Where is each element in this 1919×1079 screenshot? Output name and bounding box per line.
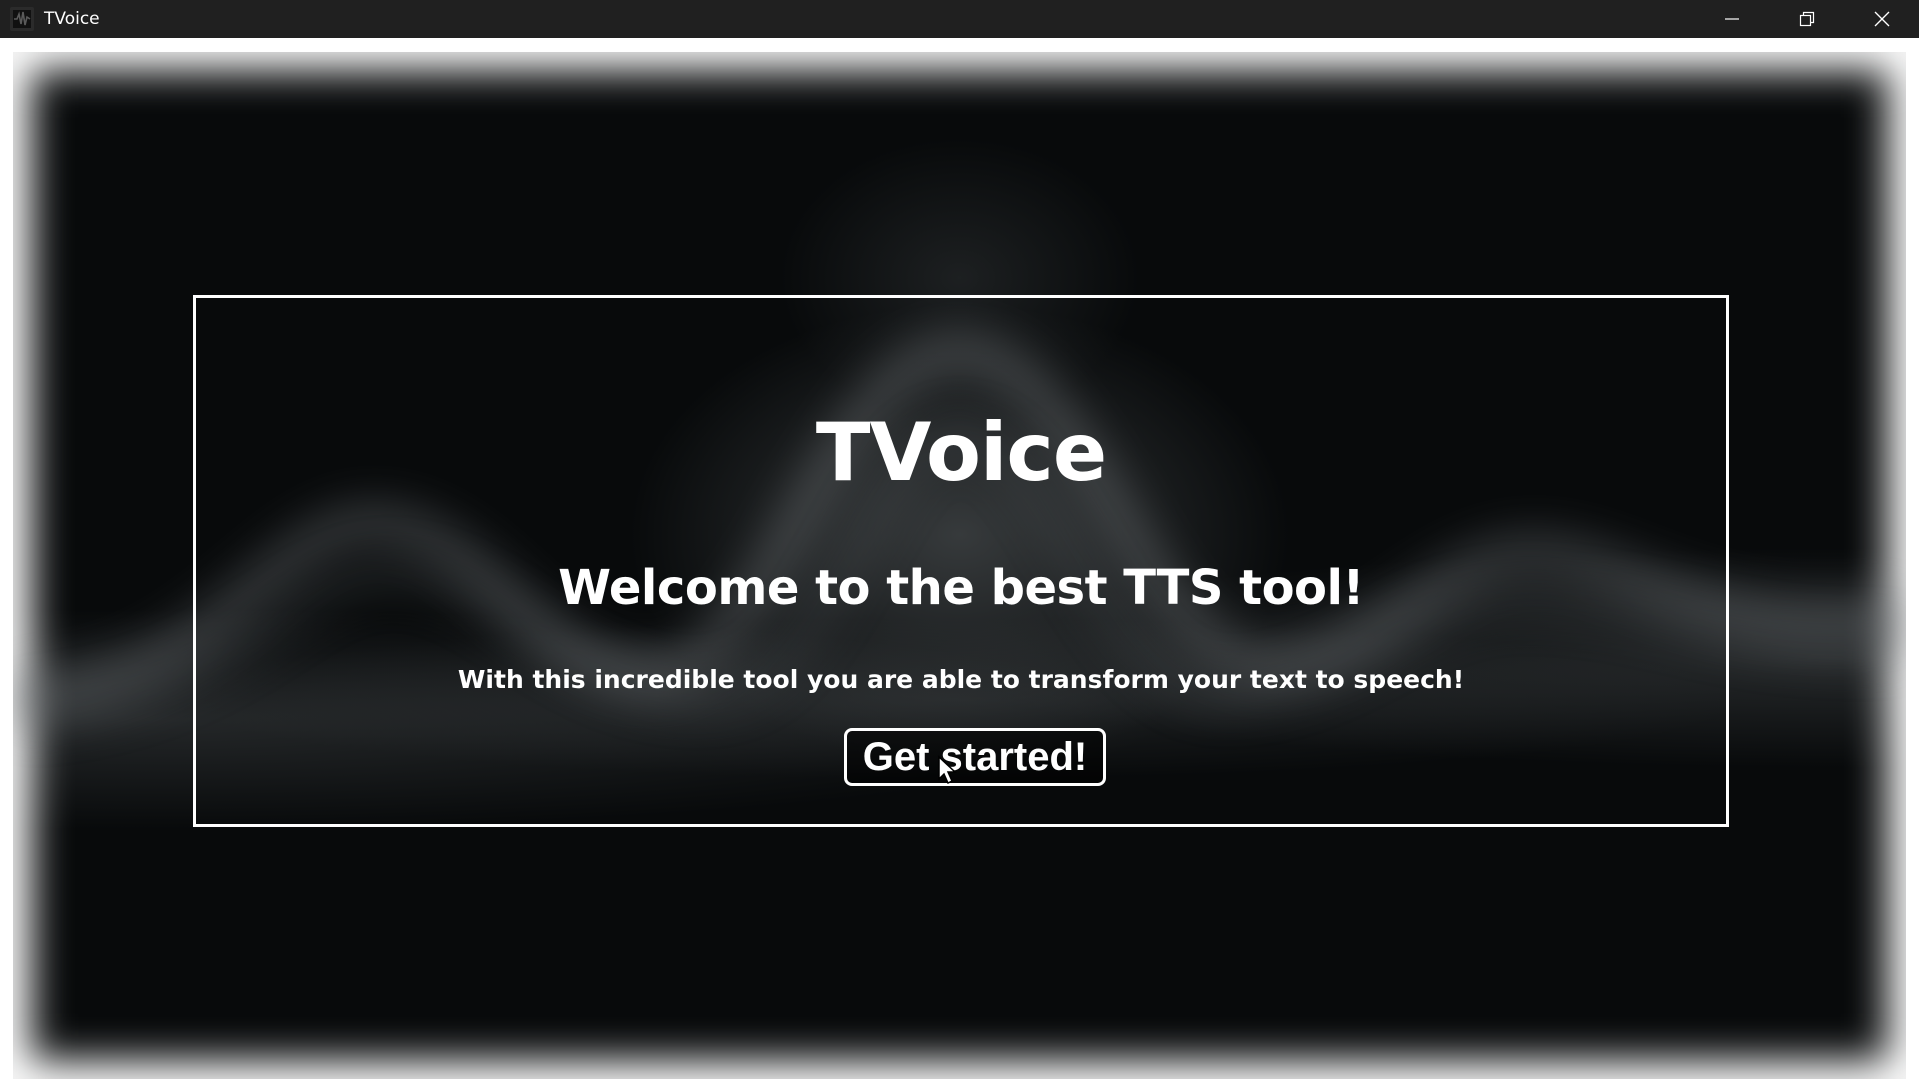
restore-button[interactable] [1769, 0, 1844, 38]
close-button[interactable] [1844, 0, 1919, 38]
title-bar[interactable]: TVoice [0, 0, 1919, 38]
main-content: TVoice Welcome to the best TTS tool! Wit… [13, 52, 1906, 1079]
app-heading: TVoice [815, 406, 1107, 499]
restore-icon [1799, 11, 1814, 27]
get-started-button[interactable]: Get started! [844, 728, 1106, 786]
welcome-panel: TVoice Welcome to the best TTS tool! Wit… [193, 295, 1729, 827]
mouse-cursor-icon [938, 755, 957, 785]
window-title: TVoice [44, 9, 100, 29]
window-controls [1694, 0, 1919, 38]
minimize-button[interactable] [1694, 0, 1769, 38]
app-logo-icon [10, 7, 34, 31]
minimize-icon [1724, 18, 1739, 20]
description-text: With this incredible tool you are able t… [457, 665, 1465, 694]
close-icon [1874, 11, 1889, 27]
welcome-heading: Welcome to the best TTS tool! [558, 560, 1364, 616]
app-window: TVoice TVoice Welcome to the best TTS to… [0, 0, 1919, 1079]
